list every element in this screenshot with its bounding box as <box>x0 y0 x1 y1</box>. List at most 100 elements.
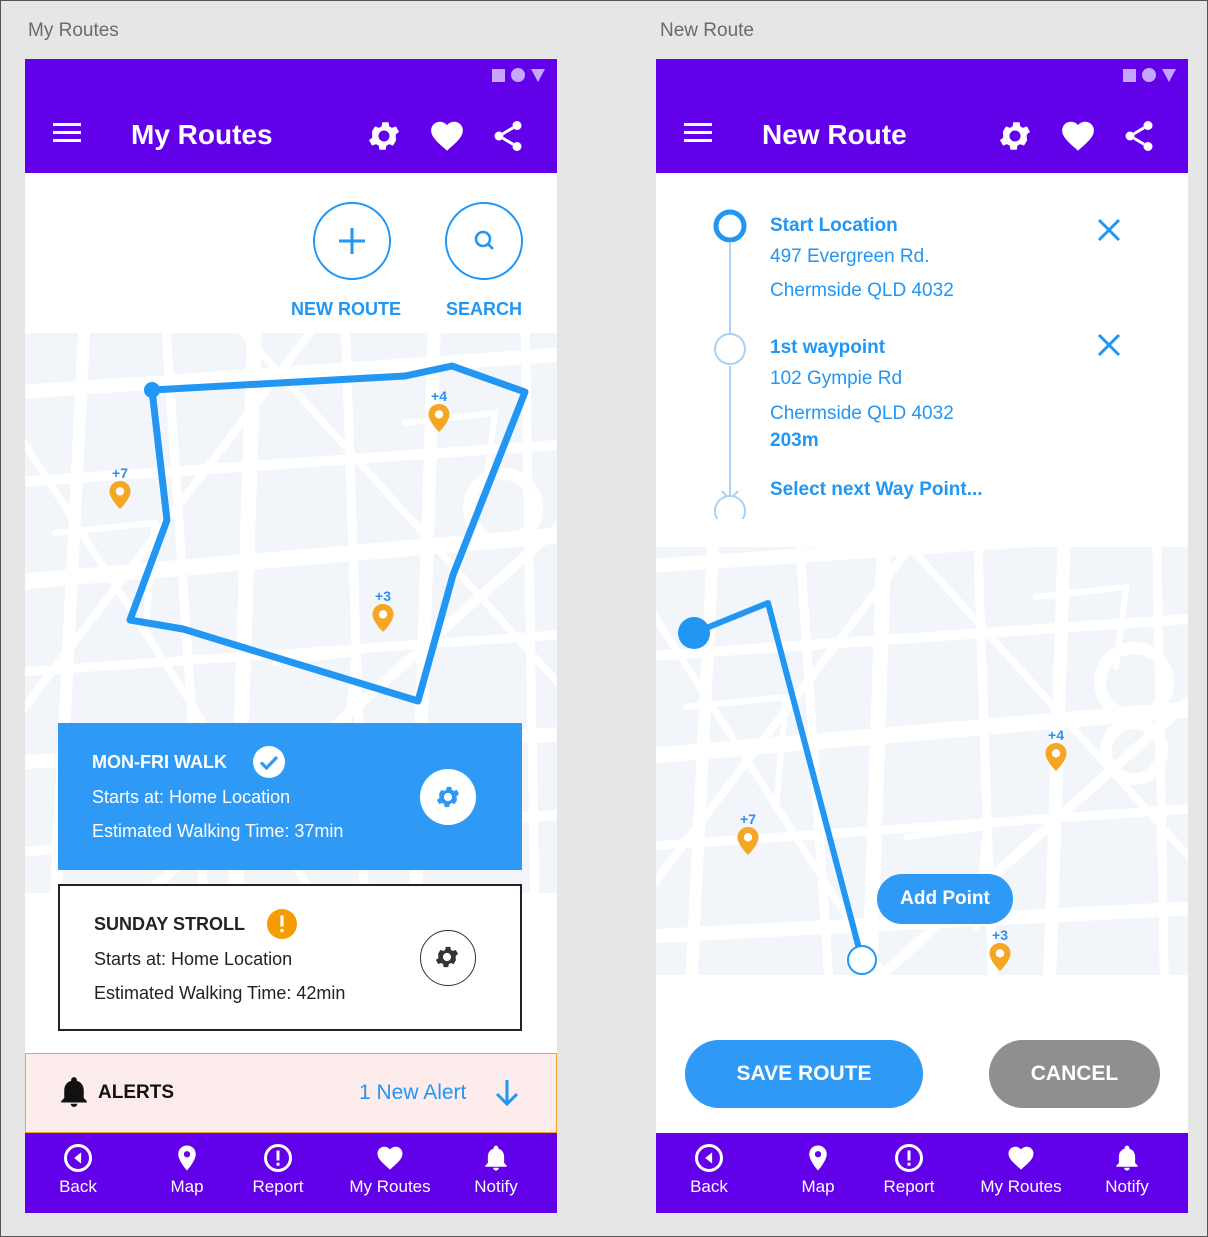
status-circle-icon <box>1142 68 1156 82</box>
nav-my-routes[interactable]: My Routes <box>976 1143 1066 1197</box>
search-label[interactable]: SEARCH <box>446 299 522 320</box>
nav-my-routes[interactable]: My Routes <box>345 1143 435 1197</box>
new-point-dot[interactable] <box>847 945 877 975</box>
waypoint-address: 102 Gympie Rd <box>770 368 903 389</box>
remove-start-icon[interactable] <box>1096 217 1122 243</box>
app-bar: My Routes <box>25 95 557 173</box>
bottom-nav: Back Map Report My Routes Notify <box>656 1133 1188 1213</box>
route-name: MON-FRI WALK <box>92 752 227 772</box>
nav-label: Map <box>801 1177 835 1196</box>
nav-back[interactable]: Back <box>33 1143 123 1197</box>
map-pin[interactable]: +3 <box>987 928 1013 977</box>
cancel-button[interactable]: CANCEL <box>989 1040 1160 1108</box>
remove-waypoint-icon[interactable] <box>1096 332 1122 358</box>
waypoint-distance: 203m <box>770 430 819 451</box>
board-label-my-routes: My Routes <box>28 20 119 41</box>
report-icon <box>263 1143 293 1173</box>
alerts-bar[interactable]: ALERTS 1 New Alert <box>25 1053 557 1133</box>
new-alert-link[interactable]: 1 New Alert <box>359 1081 466 1105</box>
app-bar: New Route <box>656 95 1188 173</box>
page-title: New Route <box>762 119 907 150</box>
add-point-button[interactable]: Add Point <box>877 874 1013 924</box>
menu-icon[interactable] <box>53 123 81 143</box>
route-start: Starts at: Home Location <box>94 949 293 969</box>
map-pin-icon <box>371 603 395 633</box>
board-label-new-route: New Route <box>660 20 754 41</box>
pin-count: +4 <box>431 388 447 404</box>
gear-icon[interactable] <box>996 117 1034 155</box>
nav-report[interactable]: Report <box>864 1143 954 1197</box>
map-pin[interactable]: +4 <box>1043 728 1069 777</box>
route-start: Starts at: Home Location <box>92 787 291 807</box>
route-start-dot[interactable] <box>678 617 710 649</box>
arrow-down-icon[interactable] <box>490 1076 524 1110</box>
share-icon[interactable] <box>490 117 526 155</box>
my-routes-screen: My Routes NEW ROUTE SEARCH +4 +7 +3 MON-… <box>25 59 557 1213</box>
map-pin[interactable]: +7 <box>735 812 761 861</box>
pin-count: +4 <box>1048 727 1064 743</box>
route-card-mon-fri-walk[interactable]: MON-FRI WALK Starts at: Home Location Es… <box>58 723 522 870</box>
report-icon <box>894 1143 924 1173</box>
pin-count: +7 <box>740 811 756 827</box>
waypoint-title: Start Location <box>770 215 898 236</box>
heart-icon[interactable] <box>1058 117 1098 155</box>
status-triangle-icon <box>531 68 545 82</box>
waypoint-suburb: Chermside QLD 4032 <box>770 280 954 301</box>
nav-map[interactable]: Map <box>773 1143 863 1197</box>
new-route-label[interactable]: NEW ROUTE <box>291 299 401 320</box>
nav-label: My Routes <box>349 1177 431 1196</box>
route-settings-button[interactable] <box>420 930 476 986</box>
search-icon <box>474 230 494 250</box>
map-pin-icon <box>1044 742 1068 772</box>
route-card-sunday-stroll[interactable]: SUNDAY STROLL Starts at: Home Location E… <box>58 884 522 1031</box>
map-pin-icon <box>172 1143 202 1173</box>
map-pin-icon <box>803 1143 833 1173</box>
heart-icon <box>374 1143 406 1173</box>
gear-icon <box>434 783 462 811</box>
share-icon[interactable] <box>1121 117 1157 155</box>
nav-label: Notify <box>1105 1177 1149 1196</box>
nav-label: Report <box>883 1177 935 1196</box>
check-circle-icon <box>253 746 285 778</box>
save-route-button[interactable]: SAVE ROUTE <box>685 1040 923 1108</box>
bell-icon <box>56 1073 92 1111</box>
pin-count: +3 <box>375 588 391 604</box>
nav-label: Back <box>59 1177 97 1196</box>
gear-icon[interactable] <box>365 117 403 155</box>
status-square-icon <box>492 68 505 82</box>
nav-label: Report <box>252 1177 304 1196</box>
select-next-waypoint[interactable]: Select next Way Point... <box>770 479 983 501</box>
new-route-button[interactable] <box>313 202 391 280</box>
nav-label: Map <box>170 1177 204 1196</box>
search-button[interactable] <box>445 202 523 280</box>
map-pin[interactable]: +7 <box>107 466 133 515</box>
nav-back[interactable]: Back <box>664 1143 754 1197</box>
status-triangle-icon <box>1162 68 1176 82</box>
waypoint-suburb: Chermside QLD 4032 <box>770 403 954 424</box>
warning-icon <box>267 909 297 939</box>
nav-label: My Routes <box>980 1177 1062 1196</box>
route-start-dot[interactable] <box>144 382 160 398</box>
waypoint-address: 497 Evergreen Rd. <box>770 246 930 267</box>
menu-icon[interactable] <box>684 123 712 143</box>
plus-icon <box>339 228 365 254</box>
nav-label: Notify <box>474 1177 518 1196</box>
alerts-label: ALERTS <box>98 1082 174 1103</box>
nav-notify[interactable]: Notify <box>451 1143 541 1197</box>
bottom-nav: Back Map Report My Routes Notify <box>25 1133 557 1213</box>
map-pin[interactable]: +4 <box>426 389 452 438</box>
status-circle-icon <box>511 68 525 82</box>
map-pin[interactable]: +3 <box>370 589 396 638</box>
nav-map[interactable]: Map <box>142 1143 232 1197</box>
pin-count: +7 <box>112 465 128 481</box>
bell-icon <box>1112 1143 1142 1173</box>
heart-icon[interactable] <box>427 117 467 155</box>
page-title: My Routes <box>131 119 273 150</box>
route-time: Estimated Walking Time: 37min <box>92 821 344 841</box>
map-pin-icon <box>736 826 760 856</box>
status-bar <box>656 59 1188 95</box>
waypoint-list: Start Location 497 Evergreen Rd. Chermsi… <box>656 173 1188 547</box>
route-settings-button[interactable] <box>420 769 476 825</box>
nav-report[interactable]: Report <box>233 1143 323 1197</box>
nav-notify[interactable]: Notify <box>1082 1143 1172 1197</box>
